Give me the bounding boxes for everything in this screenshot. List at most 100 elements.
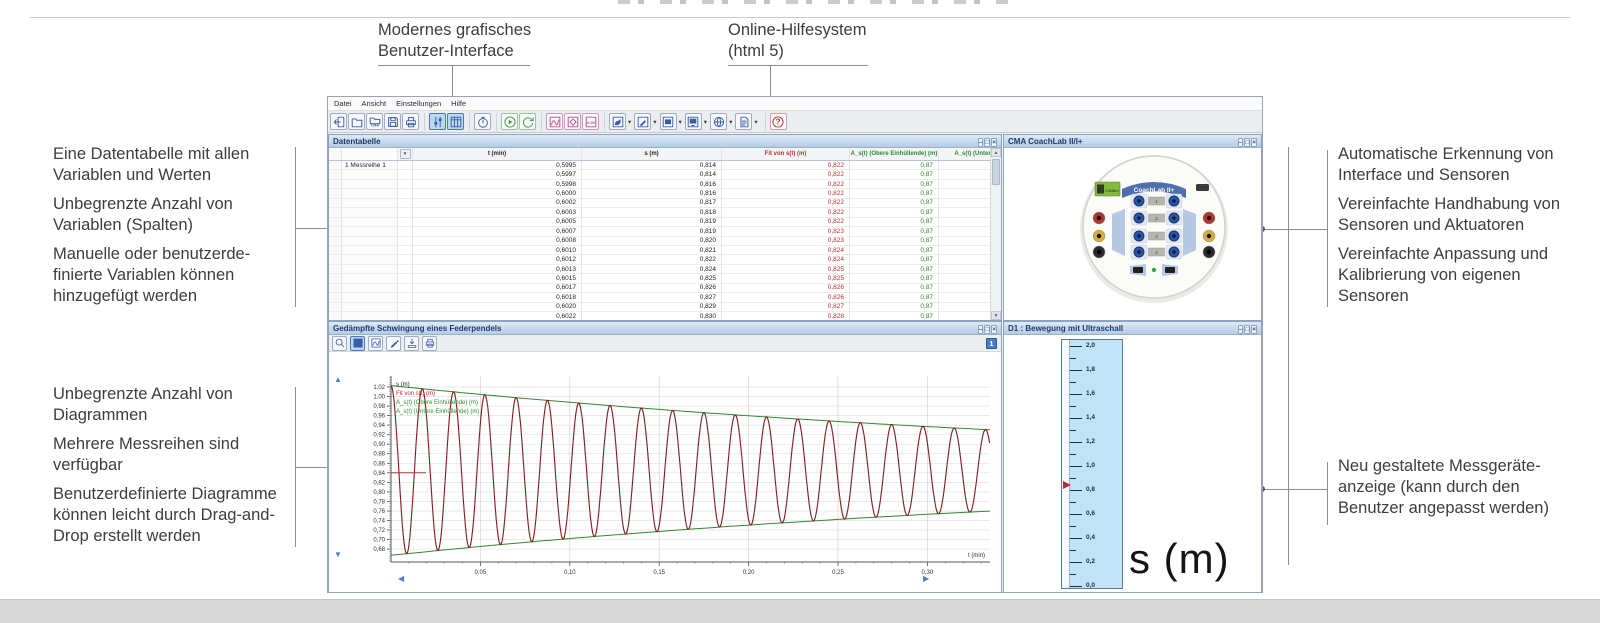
table-row[interactable]: 0,60080,8200,8230,870,82 [329,237,990,246]
exit-icon[interactable] [330,113,347,130]
pin-button[interactable]: – [1238,325,1244,334]
maximize-button[interactable]: □ [1244,325,1250,334]
table-cell: 0,6002 [412,199,581,207]
maximize-button[interactable]: □ [984,325,990,334]
meter-major-tick [1070,586,1082,587]
menu-item-einstellungen[interactable]: Einstellungen [396,99,441,108]
maximize-button[interactable]: □ [984,138,990,147]
table-row[interactable]: 0,60220,8300,8280,870,82 [329,312,990,320]
table-cell: 0,822 [581,255,721,263]
close-button[interactable]: × [1251,138,1257,147]
table-row[interactable]: 0,60020,8170,8220,870,82 [329,199,990,208]
print-icon[interactable] [422,336,437,351]
web-icon[interactable] [710,113,727,130]
column-header[interactable]: A_s(t) (Untere Einhüllende) (m) [938,148,990,160]
pan-down-icon[interactable]: ▼ [334,551,342,559]
table-cell: 0,6015 [412,274,581,282]
graph-icon[interactable] [546,113,563,130]
web-dropdown-icon[interactable]: ▾ [729,118,732,126]
table-cell: 0,87 [849,255,938,263]
settings-icon[interactable] [429,113,446,130]
panel-title-bar: D1 : Bewegung mit Ultraschall –□× [1004,322,1261,335]
repeat-icon[interactable] [519,113,536,130]
run-dropdown-icon[interactable]: ▾ [400,149,411,159]
table-row[interactable]: 1 Messreihe 10,59950,8140,8220,870,82 [329,161,990,170]
table-row[interactable]: 0,60150,8250,8250,870,82 [329,274,990,283]
table-row[interactable]: 0,60120,8220,8240,870,82 [329,255,990,264]
pin-button[interactable]: – [978,138,984,147]
open-cma-icon[interactable]: CMA [366,113,383,130]
table-row[interactable]: 0,60100,8210,8240,870,82 [329,246,990,255]
digital-port-right[interactable] [1165,267,1175,273]
run-badge[interactable]: 1 [986,338,997,349]
panel-dropdown-icon[interactable]: ▾ [679,118,682,126]
pan-icon[interactable] [350,336,365,351]
start-icon[interactable] [501,113,518,130]
close-button[interactable]: × [991,138,997,147]
chart-area[interactable]: 1,021,000,980,960,940,920,900,880,860,84… [330,352,1001,593]
maximize-button[interactable]: □ [1244,138,1250,147]
meter-tick-label: 1,2 [1086,438,1095,445]
scroll-up-icon[interactable]: ▲ [991,148,1001,157]
value-icon[interactable]: 0.00 [582,113,599,130]
table-row[interactable]: 0,60070,8190,8230,870,82 [329,227,990,236]
table-row[interactable]: 0,60180,8270,8260,870,82 [329,293,990,302]
table-row[interactable]: 0,60050,8190,8220,870,82 [329,218,990,227]
help-icon[interactable]: ? [770,113,787,130]
table-icon[interactable] [447,113,464,130]
menu-item-datei[interactable]: Datei [334,99,352,108]
activity-icon[interactable] [609,113,626,130]
column-header[interactable]: A_s(t) (Obere Einhüllende) (m) [849,148,938,160]
close-button[interactable]: × [1251,325,1257,334]
damped-oscillation-chart[interactable]: 1,021,000,980,960,940,920,900,880,860,84… [330,352,1001,593]
run-cell [341,312,397,320]
scroll-down-icon[interactable]: ▼ [991,311,1001,320]
table-row[interactable]: 0,59970,8140,8220,870,82 [329,170,990,179]
graph-icon[interactable] [368,336,383,351]
window-buttons: –□× [977,137,997,146]
display-dropdown-icon[interactable]: ▾ [704,118,707,126]
menu-item-ansicht[interactable]: Ansicht [362,99,387,108]
note-dropdown-icon[interactable]: ▾ [653,118,656,126]
pan-left-icon[interactable]: ◀ [398,575,404,583]
table-row[interactable]: 0,60130,8240,8250,870,82 [329,265,990,274]
annotation-paragraph: Mehrere Messreihen sindverfügbar [53,434,303,476]
table-row[interactable]: 0,59980,8160,8220,870,82 [329,180,990,189]
table-row[interactable]: 0,60000,8160,8220,870,82 [329,189,990,198]
menu-item-hilfe[interactable]: Hilfe [451,99,466,108]
note-icon[interactable] [634,113,651,130]
column-header[interactable]: Fit von s(t) (m) [721,148,849,160]
pan-up-icon[interactable]: ▲ [334,376,342,384]
meter-minor-tick [1070,358,1076,359]
print-icon[interactable] [402,113,419,130]
digital-port-left[interactable] [1133,267,1143,273]
column-header[interactable]: s (m) [581,148,721,160]
scroll-thumb[interactable] [992,159,1000,185]
table-row[interactable]: 0,60170,8260,8260,870,82 [329,284,990,293]
close-button[interactable]: × [991,325,997,334]
table-scrollbar[interactable]: ▲ ▼ [990,148,1001,320]
zoom-icon[interactable] [332,336,347,351]
document-icon[interactable] [735,113,752,130]
table-cell: 0,82 [938,293,990,301]
table-cell: 0,6012 [412,255,581,263]
save-icon[interactable] [384,113,401,130]
activity-dropdown-icon[interactable]: ▾ [628,118,631,126]
open-icon[interactable] [348,113,365,130]
meter-icon[interactable] [564,113,581,130]
pan-right-icon[interactable]: ▶ [923,575,929,583]
document-dropdown-icon[interactable]: ▾ [754,118,757,126]
pin-button[interactable]: – [1238,138,1244,147]
edit-icon[interactable] [386,336,401,351]
run-dropdown-cell [397,274,412,282]
column-header[interactable]: t (min) [412,148,581,160]
timer-icon[interactable] [474,113,491,130]
table-row[interactable]: 0,60200,8290,8270,870,82 [329,303,990,312]
display-icon[interactable] [685,113,702,130]
table-cell: 0,827 [581,293,721,301]
table-row[interactable]: 0,60030,8180,8220,870,82 [329,208,990,217]
panel-icon[interactable] [660,113,677,130]
export-icon[interactable] [404,336,419,351]
meter-tick-label: 0,8 [1086,486,1095,493]
pin-button[interactable]: – [978,325,984,334]
